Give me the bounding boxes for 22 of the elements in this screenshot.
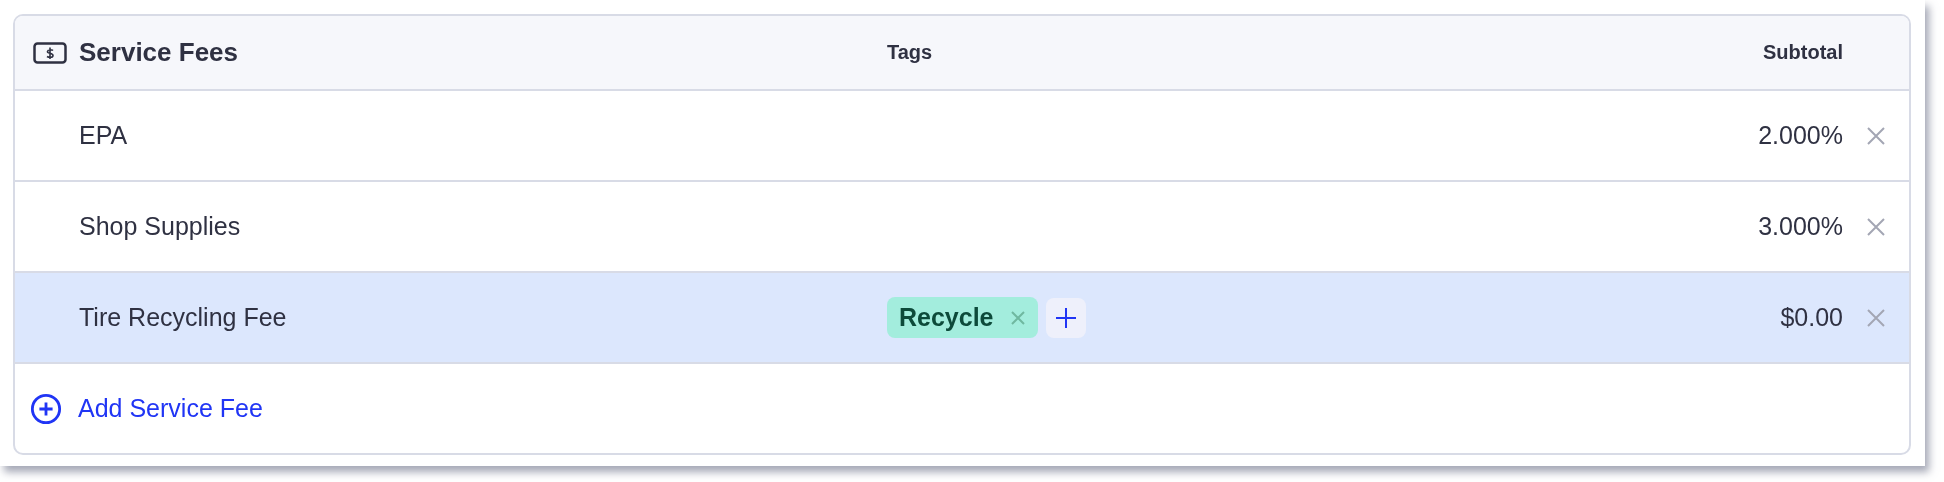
close-icon[interactable] xyxy=(1867,217,1885,236)
table-row[interactable]: EPA 2.000% xyxy=(15,89,1909,180)
fee-name: EPA xyxy=(79,121,129,150)
add-service-fee-link[interactable]: Add Service Fee xyxy=(30,392,263,425)
column-header: Tags xyxy=(887,41,934,64)
subtotal: $0.00 xyxy=(1779,303,1843,332)
section-title: Service Fees xyxy=(79,37,239,68)
close-icon[interactable] xyxy=(1009,309,1026,326)
plus-icon xyxy=(1054,306,1077,329)
fee-name: Tire Recycling Fee xyxy=(79,303,288,332)
close-icon[interactable] xyxy=(1867,308,1885,327)
column-header: Subtotal xyxy=(1762,41,1843,64)
plus-circle-icon xyxy=(30,392,62,425)
subtotal: 2.000% xyxy=(1757,121,1843,150)
tag-label: Recycle xyxy=(899,303,994,332)
fee-name: Shop Supplies xyxy=(79,212,242,241)
table-row[interactable]: Tire Recycling Fee Recycle $0.00 xyxy=(15,271,1909,362)
subtotal: 3.000% xyxy=(1757,212,1843,241)
money-icon xyxy=(33,41,67,64)
add-label: Add Service Fee xyxy=(78,394,263,423)
add-tag-button[interactable] xyxy=(1045,297,1086,338)
close-icon[interactable] xyxy=(1867,126,1885,145)
